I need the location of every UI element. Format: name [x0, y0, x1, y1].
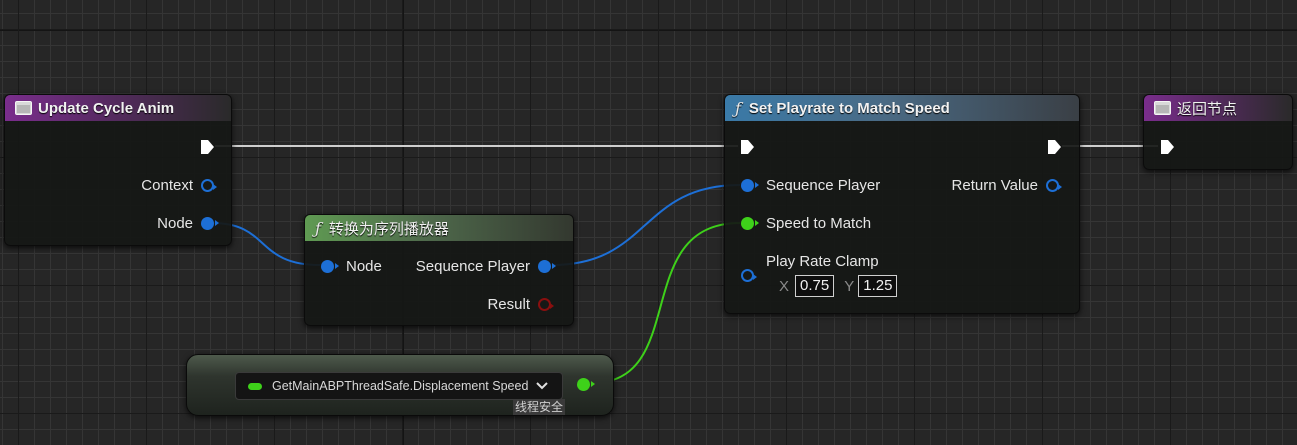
exec-input-pin-icon[interactable]	[739, 139, 755, 155]
pin-label: Node	[157, 215, 193, 232]
node-input-pin[interactable]	[321, 260, 339, 273]
pin-label: Return Value	[951, 177, 1038, 194]
sequence-player-input-row: Sequence Player	[741, 177, 880, 194]
y-axis-label: Y	[844, 277, 855, 295]
speed-to-match-pin[interactable]	[741, 217, 759, 230]
context-pin-row: Context	[141, 177, 217, 194]
chevron-down-icon[interactable]	[536, 382, 549, 390]
node-title: Set Playrate to Match Speed	[748, 99, 950, 117]
sequence-player-input-pin[interactable]	[741, 179, 759, 192]
node-header: ƒ 转换为序列播放器	[305, 215, 573, 241]
exec-input-pin-icon[interactable]	[1159, 139, 1175, 155]
node-pin-row: Node	[157, 215, 219, 232]
sequence-player-output-row: Sequence Player	[415, 258, 556, 275]
pin-label: Sequence Player	[766, 177, 881, 194]
property-label: GetMainABPThreadSafe.Displacement Speed	[272, 379, 529, 393]
node-header: Update Cycle Anim	[5, 95, 231, 121]
pin-label: Result	[487, 296, 530, 313]
result-output-row: Result	[487, 296, 554, 313]
node-input-row: Node	[321, 258, 382, 275]
node-header: ƒ Set Playrate to Match Speed	[725, 95, 1079, 121]
x-axis-label: X	[779, 277, 790, 295]
return-value-row: Return Value	[951, 177, 1062, 194]
thread-safe-badge: 线程安全	[513, 399, 566, 415]
float-type-icon	[248, 382, 262, 390]
pin-label: Context	[141, 177, 193, 194]
function-icon: ƒ	[735, 98, 741, 118]
context-pin[interactable]	[201, 179, 217, 192]
node-title: 转换为序列播放器	[328, 220, 449, 238]
clamp-y-input[interactable]: 1.25	[858, 275, 898, 297]
pin-label: Speed to Match	[766, 215, 872, 232]
speed-to-match-row: Speed to Match	[741, 215, 871, 232]
exec-output-pin-icon[interactable]	[1046, 139, 1062, 155]
return-node[interactable]: 返回节点	[1143, 94, 1293, 170]
update-cycle-anim-node[interactable]: Update Cycle Anim Context Node	[4, 94, 232, 246]
play-rate-clamp-label-row: Play Rate Clamp	[766, 253, 879, 270]
pin-label: Node	[346, 258, 382, 275]
event-node-icon	[1154, 101, 1171, 115]
return-value-pin[interactable]	[1046, 179, 1062, 192]
result-output-pin[interactable]	[538, 298, 554, 311]
node-output-pin[interactable]	[201, 217, 219, 230]
function-icon: ƒ	[315, 218, 321, 238]
pin-label: Play Rate Clamp	[766, 253, 879, 270]
play-rate-clamp-pin[interactable]	[741, 269, 757, 282]
node-wire-2[interactable]	[551, 184, 741, 266]
speed-wire[interactable]	[591, 222, 741, 384]
node-title: Update Cycle Anim	[38, 99, 175, 117]
sequence-player-output-pin[interactable]	[538, 260, 556, 273]
exec-output-pin-icon[interactable]	[199, 139, 215, 155]
getter-output-pin[interactable]	[577, 378, 595, 391]
property-getter-node[interactable]: GetMainABPThreadSafe.Displacement Speed …	[186, 354, 614, 416]
set-playrate-node[interactable]: ƒ Set Playrate to Match Speed Sequence P…	[724, 94, 1080, 314]
play-rate-clamp-values: X 0.75 Y 1.25	[779, 275, 898, 297]
event-node-icon	[15, 101, 32, 115]
convert-to-sequence-player-node[interactable]: ƒ 转换为序列播放器 Node Sequence Player Result	[304, 214, 574, 326]
pin-label: Sequence Player	[415, 258, 530, 275]
node-title: 返回节点	[1177, 100, 1238, 118]
clamp-x-input[interactable]: 0.75	[795, 275, 835, 297]
node-header: 返回节点	[1144, 95, 1292, 121]
property-selector[interactable]: GetMainABPThreadSafe.Displacement Speed	[235, 372, 563, 400]
